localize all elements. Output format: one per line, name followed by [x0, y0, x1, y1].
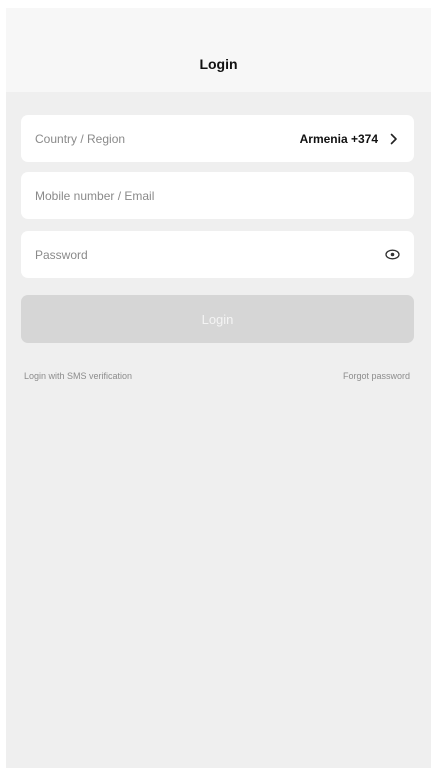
chevron-right-icon [388, 131, 400, 147]
sms-verification-login-link[interactable]: Login with SMS verification [24, 371, 132, 381]
password-row [21, 231, 414, 278]
password-input[interactable] [35, 247, 384, 262]
page-title: Login [199, 56, 238, 72]
mobile-email-row [21, 172, 414, 219]
mobile-email-input[interactable] [35, 188, 400, 203]
forgot-password-link[interactable]: Forgot password [343, 371, 410, 381]
login-screen: Login Country / Region Armenia +374 Logi… [6, 8, 431, 768]
header: Login [6, 8, 431, 92]
country-region-selector[interactable]: Country / Region Armenia +374 [21, 115, 414, 162]
eye-icon[interactable] [384, 248, 400, 262]
selected-country-code: Armenia +374 [299, 131, 378, 146]
country-region-label: Country / Region [35, 131, 126, 146]
login-button[interactable]: Login [21, 295, 414, 343]
